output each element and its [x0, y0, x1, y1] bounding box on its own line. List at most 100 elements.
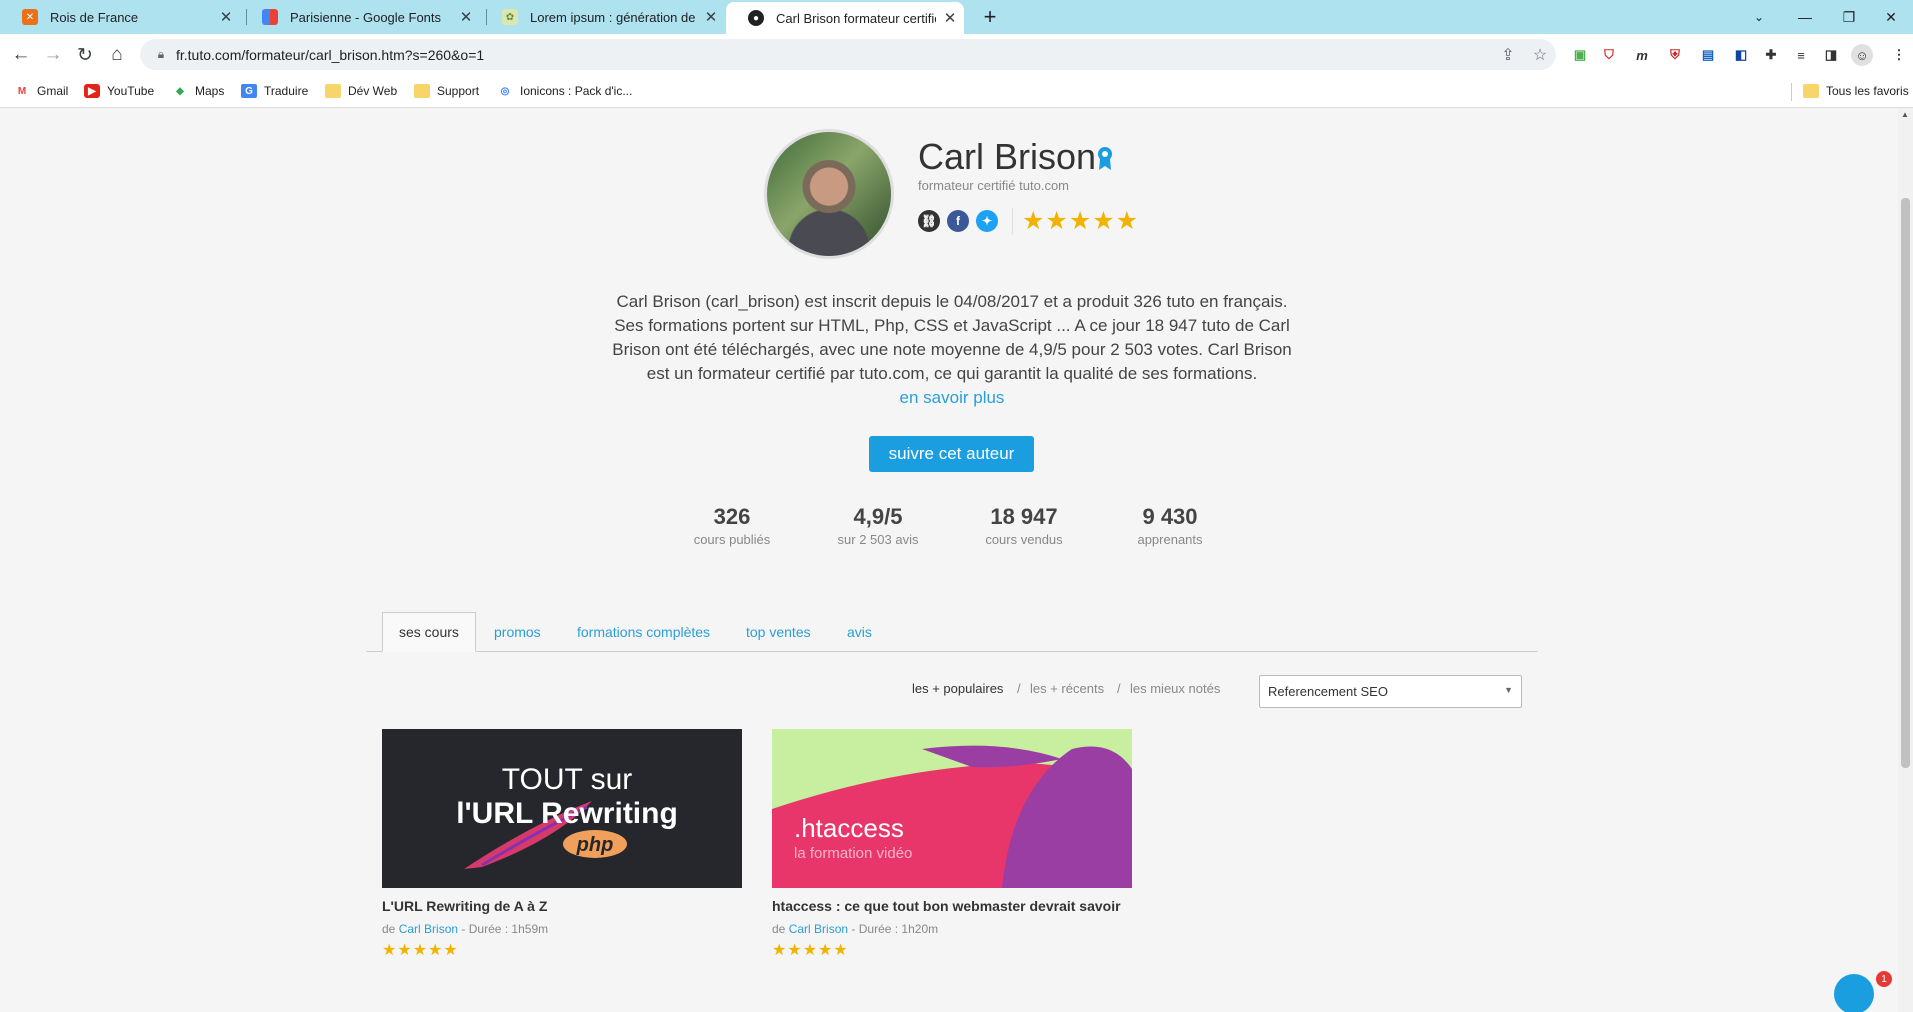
- twitter-icon[interactable]: ✦: [976, 210, 998, 232]
- sort-recent[interactable]: les + récents: [1030, 681, 1104, 696]
- reload-icon[interactable]: ↻: [70, 40, 100, 70]
- browser-tab-carl-brison[interactable]: ● Carl Brison formateur certifié su ✕: [726, 2, 964, 34]
- address-bar[interactable]: 🔒︎ fr.tuto.com/formateur/carl_brison.htm…: [140, 39, 1556, 70]
- course-thumbnail-url-rewriting[interactable]: TOUT sur l'URL Rewriting php: [382, 729, 742, 888]
- browser-toolbar: ← → ↻ ⌂ 🔒︎ fr.tuto.com/formateur/carl_br…: [0, 34, 1913, 75]
- close-tab-icon[interactable]: ✕: [212, 8, 240, 26]
- page-content: Carl Brison formateur certifié tuto.com …: [0, 108, 1913, 1012]
- sort-top-rated[interactable]: les mieux notés: [1130, 681, 1220, 696]
- tab-search-icon[interactable]: ⌄: [1737, 0, 1781, 34]
- bookmark-label: Gmail: [37, 84, 69, 98]
- author-bio: Carl Brison (carl_brison) est inscrit de…: [612, 292, 1292, 383]
- course-author-link[interactable]: Carl Brison: [789, 922, 848, 936]
- bookmark-youtube[interactable]: ▶ YouTube: [84, 81, 154, 101]
- author-name: Carl Brison: [918, 136, 1097, 177]
- browser-tab-google-fonts[interactable]: Parisienne - Google Fonts ✕: [240, 0, 480, 34]
- extensions-puzzle-icon[interactable]: ✚: [1760, 44, 1782, 66]
- home-icon[interactable]: ⌂: [102, 40, 132, 70]
- course-thumbnail-htaccess[interactable]: .htaccess la formation vidéo: [772, 729, 1132, 888]
- extension-translate-icon[interactable]: ◧: [1730, 44, 1752, 66]
- stat-label: cours publiés: [693, 532, 771, 547]
- category-select[interactable]: Referencement SEO ▼: [1259, 675, 1522, 708]
- minimize-icon[interactable]: —: [1783, 0, 1827, 34]
- stat-value: 4,9/5: [853, 504, 903, 529]
- sort-popular[interactable]: les + populaires: [912, 681, 1003, 696]
- learn-more-label[interactable]: en savoir plus: [900, 388, 1005, 407]
- browser-tab-bar: ✕ Rois de France ✕ Parisienne - Google F…: [0, 0, 1913, 34]
- tab-top-ventes[interactable]: top ventes: [746, 612, 811, 652]
- stat-label: apprenants: [1137, 532, 1203, 547]
- bookmark-traduire[interactable]: G Traduire: [241, 81, 308, 101]
- new-tab-button[interactable]: +: [976, 4, 1004, 32]
- facebook-icon[interactable]: f: [947, 210, 969, 232]
- page-scrollbar[interactable]: ▲: [1898, 108, 1913, 1012]
- extension-m-icon[interactable]: m: [1631, 44, 1653, 66]
- close-tab-icon[interactable]: ✕: [452, 8, 480, 26]
- bookmark-ionicons[interactable]: ◎ Ionicons : Pack d'ic...: [497, 81, 633, 101]
- tab-avis[interactable]: avis: [847, 612, 872, 652]
- tabs-underline: [366, 651, 1538, 652]
- extension-shield-icon[interactable]: ⛨: [1664, 44, 1686, 66]
- course-by: de: [382, 922, 396, 936]
- extension-red-icon[interactable]: ⛉: [1598, 44, 1620, 66]
- lock-icon[interactable]: 🔒︎: [146, 47, 176, 62]
- back-icon[interactable]: ←: [6, 40, 36, 70]
- restore-icon[interactable]: ❐: [1827, 0, 1871, 34]
- divider: [1012, 208, 1013, 234]
- tab-ses-cours[interactable]: ses cours: [382, 612, 476, 652]
- stat-rating: 4,9/5 sur 2 503 avis: [808, 504, 948, 547]
- folder-icon: [325, 84, 341, 98]
- course-rating-stars: ★★★★★: [382, 942, 459, 959]
- chevron-down-icon[interactable]: ▼: [1504, 685, 1513, 695]
- course-thumbnail-art: .htaccess la formation vidéo: [772, 729, 1132, 888]
- bookmark-label: Tous les favoris: [1826, 84, 1909, 98]
- bookmark-star-icon[interactable]: ☆: [1524, 45, 1556, 65]
- website-link-icon[interactable]: ⛓: [918, 210, 940, 232]
- close-tab-icon[interactable]: ✕: [697, 8, 725, 26]
- thumbnail-line-1: TOUT sur: [502, 763, 633, 796]
- bookmark-gmail[interactable]: M Gmail: [14, 81, 69, 101]
- bookmark-maps[interactable]: ◆ Maps: [172, 81, 224, 101]
- forward-icon[interactable]: →: [38, 40, 68, 70]
- course-title[interactable]: L'URL Rewriting de A à Z: [382, 898, 547, 914]
- folder-icon: [414, 84, 430, 98]
- course-title[interactable]: htaccess : ce que tout bon webmaster dev…: [772, 898, 1121, 914]
- folder-icon: [1803, 84, 1819, 98]
- share-icon[interactable]: ⇪: [1492, 45, 1524, 65]
- scrollbar-thumb[interactable]: [1901, 198, 1910, 768]
- gmail-icon: M: [17, 85, 27, 97]
- course-duration: - Durée : 1h59m: [461, 922, 549, 936]
- bookmark-folder-dev-web[interactable]: Dév Web: [325, 81, 397, 101]
- menu-kebab-icon[interactable]: ⋮: [1888, 44, 1910, 66]
- stat-value: 326: [713, 504, 751, 529]
- follow-author-button[interactable]: suivre cet auteur: [869, 436, 1034, 472]
- scroll-up-icon[interactable]: ▲: [1901, 110, 1909, 119]
- stat-courses: 326 cours publiés: [662, 504, 802, 547]
- extension-doc-icon[interactable]: ▤: [1697, 44, 1719, 66]
- bookmark-folder-all[interactable]: Tous les favoris: [1803, 81, 1909, 101]
- extension-image-icon[interactable]: ▣: [1569, 44, 1591, 66]
- tab-promos[interactable]: promos: [494, 612, 541, 652]
- reading-list-icon[interactable]: ≡: [1790, 44, 1812, 66]
- browser-tab-rois-de-france[interactable]: ✕ Rois de France ✕: [0, 0, 240, 34]
- course-thumbnail-art: TOUT sur l'URL Rewriting php: [382, 729, 742, 888]
- close-tab-icon[interactable]: ✕: [936, 9, 964, 27]
- learn-more-link[interactable]: en savoir plus: [600, 388, 1304, 408]
- thumbnail-badge: php: [576, 834, 614, 856]
- xampp-icon: ✕: [22, 9, 38, 25]
- tab-formations-completes[interactable]: formations complètes: [577, 612, 710, 652]
- url-text[interactable]: fr.tuto.com/formateur/carl_brison.htm?s=…: [176, 47, 1492, 63]
- translate-icon: G: [241, 84, 257, 98]
- chat-bubble-button[interactable]: [1834, 974, 1874, 1012]
- profile-avatar-icon[interactable]: ☺: [1851, 44, 1873, 66]
- thumbnail-line-2: l'URL Rewriting: [456, 797, 678, 830]
- browser-tab-lorem-ipsum[interactable]: ✿ Lorem ipsum : génération de 5 p ✕: [480, 0, 725, 34]
- side-panel-icon[interactable]: ◨: [1820, 44, 1842, 66]
- bookmark-folder-support[interactable]: Support: [414, 81, 479, 101]
- author-avatar: [764, 129, 894, 259]
- category-select-value[interactable]: Referencement SEO: [1268, 684, 1388, 699]
- course-by: de: [772, 922, 786, 936]
- close-window-icon[interactable]: ✕: [1869, 0, 1913, 34]
- google-fonts-icon: [262, 9, 278, 25]
- course-author-link[interactable]: Carl Brison: [399, 922, 458, 936]
